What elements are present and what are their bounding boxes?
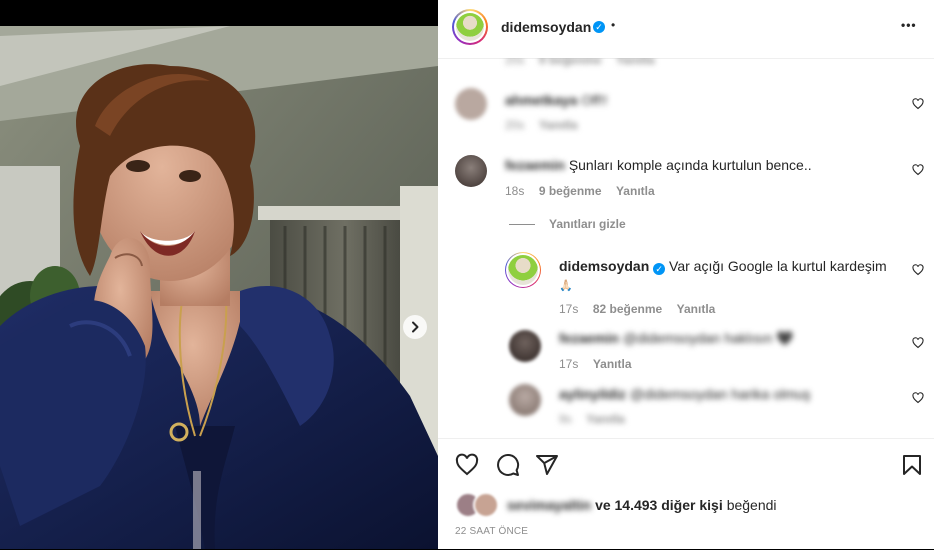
comment-time: 20s xyxy=(505,118,525,132)
post-actions: sevimayaltin ve 14.493 diğer kişi beğend… xyxy=(438,438,934,550)
reply-text: @didemsoydan harika olmuş xyxy=(629,386,811,402)
comment-likes[interactable]: 9 beğenme xyxy=(539,184,602,198)
reply-button[interactable]: Yanıtla xyxy=(677,302,716,316)
comment-like-heart-icon[interactable] xyxy=(912,164,924,176)
reply-text: @didemsoydan haklısın 🖤 xyxy=(622,330,794,346)
reply-button[interactable]: Yanıtla xyxy=(539,118,578,132)
likes-suffix: beğendi xyxy=(726,497,777,513)
author-avatar[interactable] xyxy=(452,9,488,45)
post-side-panel: didemsoydan ✓ • ••• 20s 9 beğenme Yanıtl… xyxy=(438,0,934,549)
commenter-username[interactable]: fezaemin xyxy=(505,157,565,173)
avatar-image xyxy=(456,13,484,41)
top-black-bar xyxy=(0,0,438,26)
comment-text: Şunları komple açında kurtulun bence.. xyxy=(568,157,812,173)
reply-text: Var açığı Google la kurtul kardeşim xyxy=(669,258,887,274)
share-icon[interactable] xyxy=(535,453,559,477)
comment-like-heart-icon[interactable] xyxy=(912,98,924,110)
reply-username[interactable]: fezaemin xyxy=(559,330,619,346)
comment-icon[interactable] xyxy=(496,453,520,477)
more-options-button[interactable]: ••• xyxy=(901,18,917,32)
commenter-avatar[interactable] xyxy=(455,88,487,120)
liker-avatar[interactable] xyxy=(473,492,499,518)
save-bookmark-icon[interactable] xyxy=(900,453,924,477)
commenter-avatar[interactable] xyxy=(455,155,487,187)
verified-badge-icon: ✓ xyxy=(653,263,666,275)
post-photo xyxy=(0,26,438,549)
author-username[interactable]: didemsoydan xyxy=(501,19,591,35)
reply-author-avatar[interactable] xyxy=(505,252,541,288)
commenter-username[interactable]: ahmetkaya xyxy=(505,92,577,108)
reply-username[interactable]: didemsoydan xyxy=(559,258,649,274)
replies-divider-line xyxy=(509,223,535,225)
reply-button[interactable]: Yanıtla xyxy=(586,412,625,426)
reply-author-avatar[interactable] xyxy=(509,384,541,416)
verified-badge-icon: ✓ xyxy=(593,21,605,33)
reply-button[interactable]: Yanıtla xyxy=(616,58,655,67)
header-dot: • xyxy=(611,18,616,32)
reply-author-avatar[interactable] xyxy=(509,330,541,362)
reply-button[interactable]: Yanıtla xyxy=(593,357,632,371)
reply-emoji: 🙏🏻 xyxy=(559,280,573,292)
post-header: didemsoydan ✓ • ••• xyxy=(438,0,934,59)
comment-partial: 20s 9 beğenme Yanıtla xyxy=(505,58,655,69)
like-heart-icon[interactable] xyxy=(455,453,479,477)
reply-time: 17s xyxy=(559,357,579,371)
instagram-post-view: didemsoydan ✓ • ••• 20s 9 beğenme Yanıtl… xyxy=(0,0,934,549)
post-timestamp[interactable]: 22 SAAT ÖNCE xyxy=(455,526,528,537)
hide-replies-toggle[interactable]: Yanıtları gizle xyxy=(509,217,626,231)
chevron-right-icon xyxy=(412,321,419,333)
comments-list: 20s 9 beğenme Yanıtla ahmetkaya Off!! 20… xyxy=(438,58,934,438)
comment-text: Off!! xyxy=(581,92,608,108)
comment-like-heart-icon[interactable] xyxy=(912,392,924,404)
likes-summary: sevimayaltin ve 14.493 diğer kişi beğend… xyxy=(455,492,777,518)
comment-like-heart-icon[interactable] xyxy=(912,264,924,276)
liker-username[interactable]: sevimayaltin xyxy=(507,497,591,513)
reply-time: 17s xyxy=(559,302,579,316)
photo-illustration xyxy=(0,26,438,549)
comment-like-heart-icon[interactable] xyxy=(912,337,924,349)
avatar-image xyxy=(508,255,538,285)
hide-replies-label: Yanıtları gizle xyxy=(549,217,626,231)
comment-time: 18s xyxy=(505,184,525,198)
reply-likes[interactable]: 82 beğenme xyxy=(593,302,662,316)
comment-likes[interactable]: 9 beğenme xyxy=(539,58,602,67)
reply-button[interactable]: Yanıtla xyxy=(616,184,655,198)
comment-time: 20s xyxy=(505,58,525,67)
reply-time: 9s xyxy=(559,412,572,426)
reply-username[interactable]: aylinyildiz xyxy=(559,386,626,402)
likes-count[interactable]: ve 14.493 diğer kişi xyxy=(595,497,723,513)
next-photo-button[interactable] xyxy=(403,315,427,339)
